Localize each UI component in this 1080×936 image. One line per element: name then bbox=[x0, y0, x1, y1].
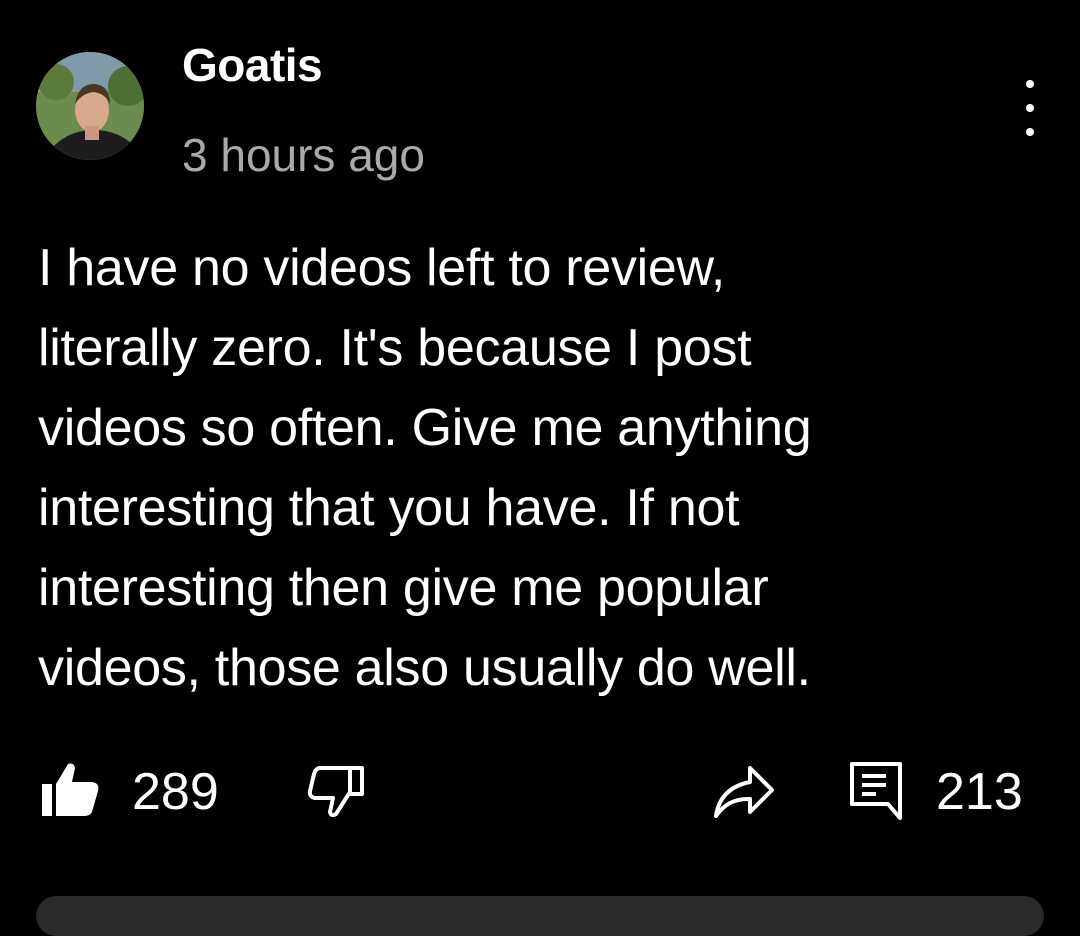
comment-timestamp: 3 hours ago bbox=[182, 129, 425, 181]
comment-icon bbox=[850, 762, 902, 820]
comment-body-line: videos so often. Give me anything bbox=[38, 399, 812, 457]
add-reply-field[interactable] bbox=[36, 896, 1044, 936]
more-options-button[interactable] bbox=[1008, 80, 1052, 136]
comment-card: Goatis 3 hours ago I have no videos left… bbox=[0, 0, 1080, 936]
comment-body-line: I have no videos left to review, bbox=[38, 239, 726, 297]
more-vert-icon bbox=[1026, 80, 1034, 88]
share-arrow-icon bbox=[714, 766, 774, 818]
thumbs-up-icon bbox=[42, 763, 99, 816]
comment-body-line: literally zero. It's because I post bbox=[38, 319, 752, 377]
reply-button[interactable] bbox=[848, 760, 904, 822]
comment-body-line: videos, those also usually do well. bbox=[38, 639, 811, 697]
reply-count: 213 bbox=[936, 763, 1023, 821]
comment-body: I have no videos left to review, literal… bbox=[38, 228, 1038, 708]
like-button[interactable] bbox=[40, 760, 100, 818]
thumbs-down-icon bbox=[307, 766, 364, 818]
avatar[interactable] bbox=[36, 52, 144, 160]
share-button[interactable] bbox=[712, 762, 776, 820]
dislike-button[interactable] bbox=[306, 764, 366, 820]
comment-body-line: interesting that you have. If not bbox=[38, 479, 740, 537]
more-vert-icon-dot bbox=[1026, 104, 1034, 112]
author-name[interactable]: Goatis bbox=[182, 38, 323, 92]
more-vert-icon-dot bbox=[1026, 128, 1034, 136]
like-count: 289 bbox=[132, 763, 219, 821]
comment-body-line: interesting then give me popular bbox=[38, 559, 769, 617]
avatar-icon bbox=[36, 52, 144, 160]
